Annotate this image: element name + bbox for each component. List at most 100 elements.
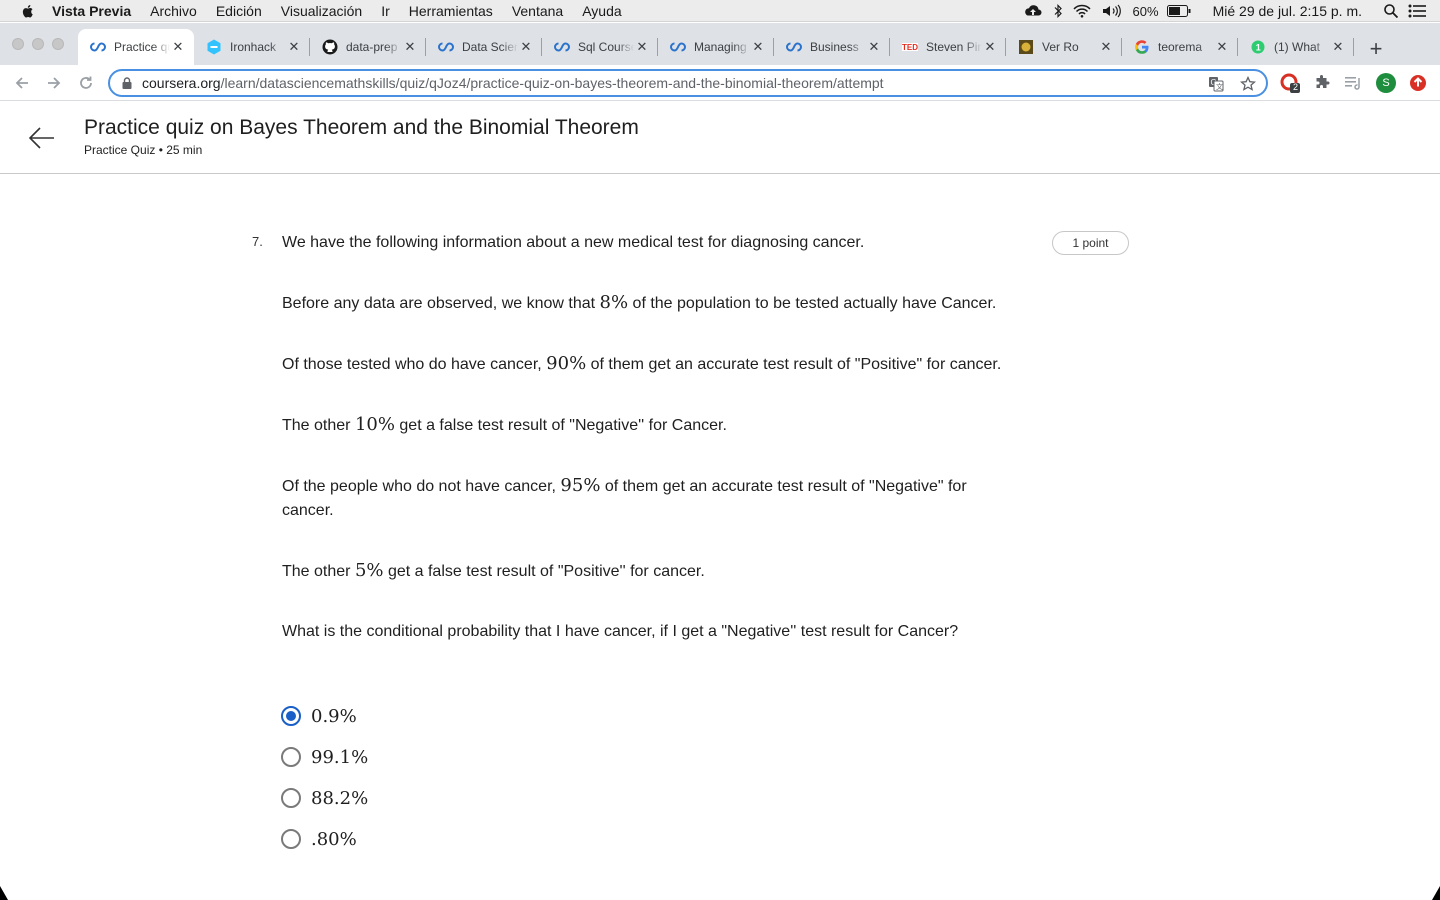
close-tab-icon[interactable]: ✕ [982,39,998,55]
browser-tab-ironhack[interactable]: Ironhack ✕ [194,29,310,65]
menu-ayuda[interactable]: Ayuda [582,3,621,19]
answer-option-1[interactable]: 0.9% [281,704,368,728]
radio-button-selected[interactable] [281,706,301,726]
close-tab-icon[interactable]: ✕ [518,39,534,55]
math-value: 8% [599,292,629,313]
browser-tab-managing[interactable]: Managing ✕ [658,29,774,65]
page-title: Practice quiz on Bayes Theorem and the B… [84,116,639,139]
back-arrow-icon[interactable] [26,122,58,154]
window-controls [12,38,72,50]
question-number: 7. [252,234,263,249]
maximize-window-button[interactable] [52,38,64,50]
bookmark-star-icon[interactable] [1238,74,1258,94]
answer-option-2[interactable]: 99.1% [281,745,368,769]
tab-title: Managing [694,40,747,54]
github-icon [322,39,338,55]
app-menu-name[interactable]: Vista Previa [52,3,131,19]
close-tab-icon[interactable]: ✕ [750,39,766,55]
question-paragraph: The other 5% get a false test result of … [282,559,1012,584]
reading-list-icon[interactable] [1344,73,1364,93]
extension-badge-icon[interactable]: 2 [1280,73,1300,93]
question-body: We have the following information about … [282,231,1012,680]
macos-menubar: Vista Previa Archivo Edición Visualizaci… [0,0,1440,22]
coursera-icon [554,39,570,55]
screen-corner [0,886,8,900]
question-text: The other [282,417,355,434]
question-text: The other [282,563,355,580]
close-tab-icon[interactable]: ✕ [402,39,418,55]
translate-icon[interactable]: G文 [1206,74,1226,94]
tab-title: Ironhack [230,40,277,54]
close-tab-icon[interactable]: ✕ [1330,39,1346,55]
tab-list: Practice quiz on Bayes ✕ Ironhack ✕ data… [78,29,1354,65]
menu-ventana[interactable]: Ventana [512,3,563,19]
close-tab-icon[interactable]: ✕ [170,39,186,55]
minimize-window-button[interactable] [32,38,44,50]
question-text: We have the following information about … [282,234,865,251]
close-tab-icon[interactable]: ✕ [286,39,302,55]
menu-ir[interactable]: Ir [381,3,390,19]
svg-text:文: 文 [1216,82,1223,91]
quora-icon: 1 [1250,39,1266,55]
wifi-icon[interactable] [1073,4,1091,18]
forward-icon[interactable] [42,71,66,95]
question-text: of them get an accurate test result of "… [586,356,1002,373]
quiz-header: Practice quiz on Bayes Theorem and the B… [0,102,1440,174]
question-paragraph: Before any data are observed, we know th… [282,291,1012,316]
math-value: 90% [546,353,587,374]
volume-icon[interactable] [1101,4,1123,18]
spotlight-search-icon[interactable] [1384,4,1398,18]
menu-archivo[interactable]: Archivo [150,3,197,19]
extension-badge-count: 2 [1293,82,1299,92]
address-bar[interactable]: coursera.org/learn/datasciencemathskills… [108,69,1268,97]
radio-button[interactable] [281,829,301,849]
answer-option-3[interactable]: 88.2% [281,786,368,810]
extensions-puzzle-icon[interactable] [1312,73,1332,93]
tab-title: teorema [1158,40,1203,54]
back-icon[interactable] [10,71,34,95]
points-badge: 1 point [1052,231,1129,255]
reload-icon[interactable] [74,71,98,95]
question-paragraph: Of those tested who do have cancer, 90% … [282,352,1012,377]
browser-tab-business[interactable]: Business ✕ [774,29,890,65]
answer-label: 0.9% [311,705,357,727]
menubar-clock[interactable]: Mié 29 de jul. 2:15 p. m. [1213,3,1362,19]
question-text: Before any data are observed, we know th… [282,295,600,312]
close-tab-icon[interactable]: ✕ [1214,39,1230,55]
lock-icon[interactable] [122,77,132,89]
question-text: What is the conditional probability that… [282,623,959,640]
coursera-icon [438,39,454,55]
radio-button[interactable] [281,747,301,767]
profile-avatar[interactable]: S [1376,73,1396,93]
menu-herramientas[interactable]: Herramientas [409,3,493,19]
close-tab-icon[interactable]: ✕ [634,39,650,55]
browser-tab-data-prep[interactable]: data-prep ✕ [310,29,426,65]
menu-edicion[interactable]: Edición [216,3,262,19]
battery-percent: 60% [1132,3,1159,19]
notification-center-icon[interactable] [1408,4,1426,18]
answer-option-4[interactable]: .80% [281,827,368,851]
answer-options: 0.9% 99.1% 88.2% .80% [281,704,368,868]
question-paragraph: The other 10% get a false test result of… [282,413,1012,438]
browser-tab-ver-ro[interactable]: Ver Ro ✕ [1006,29,1122,65]
browser-tab-practice-quiz[interactable]: Practice quiz on Bayes ✕ [78,29,194,65]
menu-visualizacion[interactable]: Visualización [281,3,362,19]
cloud-upload-icon[interactable] [1023,4,1043,18]
update-icon[interactable] [1408,73,1428,93]
apple-icon[interactable] [20,3,36,19]
question-text: Of those tested who do have cancer, [282,356,547,373]
ted-icon: TED [902,39,918,55]
browser-tab-data-science[interactable]: Data Science ✕ [426,29,542,65]
browser-tab-quora[interactable]: 1 (1) What ✕ [1238,29,1354,65]
close-tab-icon[interactable]: ✕ [1098,39,1114,55]
new-tab-button[interactable]: + [1364,36,1388,61]
browser-tab-teorema[interactable]: teorema ✕ [1122,29,1238,65]
browser-tab-sql-course[interactable]: Sql Course ✕ [542,29,658,65]
browser-tab-steven-pinker[interactable]: TED Steven Pinker ✕ [890,29,1006,65]
bluetooth-icon[interactable] [1053,4,1063,18]
radio-button[interactable] [281,788,301,808]
close-tab-icon[interactable]: ✕ [866,39,882,55]
tab-title: (1) What [1274,40,1321,54]
battery-icon[interactable] [1166,5,1191,17]
close-window-button[interactable] [12,38,24,50]
